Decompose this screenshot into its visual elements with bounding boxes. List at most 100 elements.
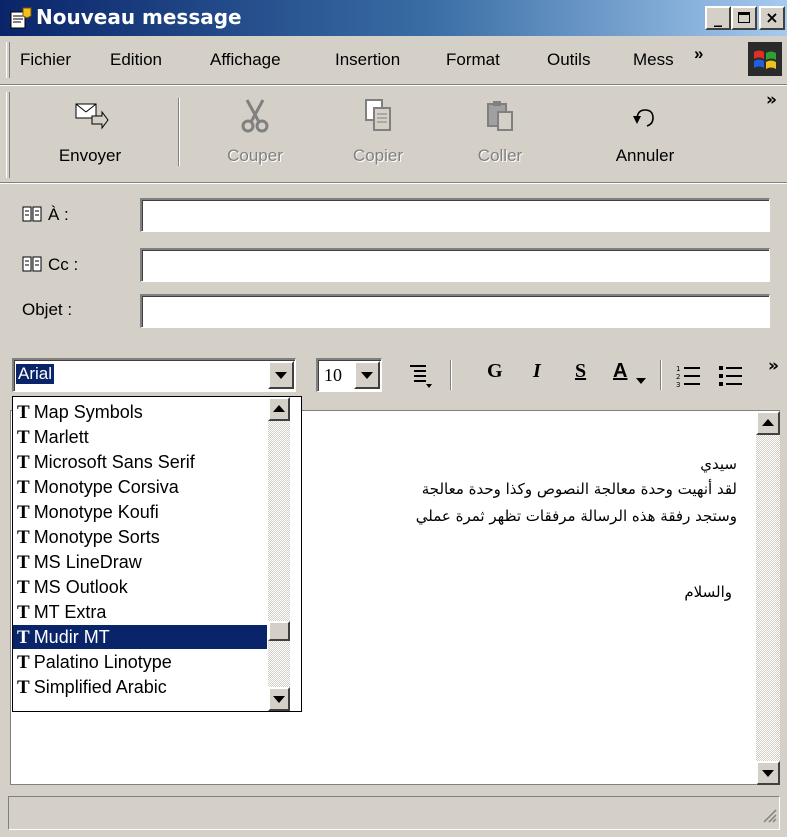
undo-button[interactable]: Annuler <box>585 96 705 176</box>
bold-button[interactable]: G <box>487 360 503 383</box>
chevron-up-icon <box>762 419 774 426</box>
font-option[interactable]: T Microsoft Sans Serif <box>13 450 267 474</box>
font-option[interactable]: T Simplified Arabic <box>13 675 267 699</box>
menu-overflow[interactable]: » <box>694 44 703 64</box>
font-list-scroll-down[interactable] <box>268 687 290 711</box>
chevron-down-icon <box>275 372 287 379</box>
underline-button[interactable]: S <box>575 360 586 383</box>
font-option[interactable]: T MT Extra <box>13 600 267 624</box>
window-title: Nouveau message <box>36 5 242 29</box>
cc-label-text: Cc : <box>48 255 79 274</box>
cc-field[interactable] <box>140 248 770 282</box>
format-overflow[interactable]: » <box>768 356 779 376</box>
scroll-down-button[interactable] <box>756 761 780 785</box>
resize-grip-icon[interactable] <box>761 807 777 827</box>
numbered-list-icon[interactable]: 123 <box>676 363 702 393</box>
subject-label: Objet : <box>22 300 73 319</box>
copy-button[interactable]: Copier <box>318 96 438 176</box>
svg-text:2: 2 <box>676 373 680 381</box>
truetype-icon: T <box>17 677 30 698</box>
send-label: Envoyer <box>58 146 122 165</box>
address-book-icon <box>22 256 42 272</box>
font-option[interactable]: T Monotype Corsiva <box>13 475 267 499</box>
status-bar <box>8 796 780 830</box>
font-option-label: MT Extra <box>33 602 107 622</box>
cut-button[interactable]: Couper <box>195 96 315 176</box>
toolbar-overflow[interactable]: » <box>766 90 777 110</box>
size-dropdown-button[interactable] <box>354 361 380 389</box>
font-option[interactable]: T Marlett <box>13 425 267 449</box>
font-option-label: Simplified Arabic <box>33 677 167 697</box>
copy-label: Copier <box>352 146 404 165</box>
paste-icon <box>480 98 520 134</box>
body-scrollbar[interactable] <box>756 411 780 785</box>
svg-text:1: 1 <box>676 365 680 373</box>
menu-messages[interactable]: Mess <box>633 50 691 70</box>
paste-button[interactable]: Coller <box>440 96 560 176</box>
font-option[interactable]: T MS Outlook <box>13 575 267 599</box>
menu-insertion[interactable]: Insertion <box>335 50 400 70</box>
font-option-label: Map Symbols <box>33 402 143 422</box>
font-option[interactable]: T Monotype Sorts <box>13 525 267 549</box>
font-list-scroll-up[interactable] <box>268 397 290 421</box>
font-option[interactable]: T Palatino Linotype <box>13 650 267 674</box>
toolbar-grip[interactable] <box>6 92 10 178</box>
truetype-icon: T <box>17 477 30 498</box>
maximize-button[interactable] <box>731 6 757 30</box>
font-option[interactable]: T Map Symbols <box>13 400 267 424</box>
font-option-selected[interactable]: T Mudir MT <box>13 625 267 649</box>
chevron-down-icon <box>762 770 774 777</box>
menu-fichier[interactable]: Fichier <box>20 50 71 70</box>
to-label[interactable]: À : <box>22 205 69 225</box>
title-bar[interactable]: Nouveau message _ × <box>0 0 787 36</box>
menu-outils[interactable]: Outils <box>547 50 590 70</box>
font-dropdown-button[interactable] <box>268 361 294 389</box>
font-select[interactable]: Arial <box>12 358 296 392</box>
menu-edition[interactable]: Edition <box>110 50 162 70</box>
bullet-list-icon[interactable] <box>718 363 744 393</box>
font-option-label: Palatino Linotype <box>33 652 172 672</box>
truetype-icon: T <box>17 577 30 598</box>
undo-icon <box>625 98 665 134</box>
italic-button[interactable]: I <box>533 360 541 383</box>
size-select[interactable]: 10 <box>316 358 382 392</box>
send-icon <box>70 98 110 134</box>
send-button[interactable]: Envoyer <box>30 96 150 176</box>
minimize-button[interactable]: _ <box>705 6 731 30</box>
new-message-icon <box>9 6 33 30</box>
undo-label: Annuler <box>615 146 675 165</box>
font-color-dropdown-icon[interactable] <box>636 378 646 384</box>
windows-logo-icon <box>748 42 782 80</box>
maximize-icon <box>738 12 750 23</box>
size-select-value: 10 <box>324 365 342 385</box>
menu-grip[interactable] <box>6 42 10 78</box>
subject-field[interactable] <box>140 294 770 328</box>
font-option[interactable]: T MS LineDraw <box>13 550 267 574</box>
menu-bar: Fichier Edition Affichage Insertion Form… <box>0 38 787 82</box>
font-option[interactable]: T Monotype Koufi <box>13 500 267 524</box>
scroll-up-button[interactable] <box>756 411 780 435</box>
menu-affichage[interactable]: Affichage <box>210 50 281 70</box>
copy-icon <box>358 98 398 134</box>
font-list-scrollbar[interactable] <box>268 397 290 711</box>
to-field[interactable] <box>140 198 770 232</box>
paste-label: Coller <box>477 146 523 165</box>
font-option-label: Mudir MT <box>33 627 110 647</box>
body-line: وستجد رفقة هذه الرسالة مرفقات تظهر ثمرة … <box>415 507 737 525</box>
paragraph-style-icon[interactable] <box>406 362 434 394</box>
font-color-button[interactable]: A <box>613 360 627 383</box>
to-label-text: À : <box>48 205 69 224</box>
cc-label[interactable]: Cc : <box>22 255 78 275</box>
truetype-icon: T <box>17 527 30 548</box>
body-line: والسلام <box>684 583 732 601</box>
menu-format[interactable]: Format <box>446 50 500 70</box>
font-list-scroll-thumb[interactable] <box>268 621 290 641</box>
format-separator-2 <box>660 360 662 390</box>
close-button[interactable]: × <box>759 6 785 30</box>
font-dropdown-list[interactable]: T Map Symbols T Marlett T Microsoft Sans Se… <box>12 396 302 712</box>
minimize-icon: _ <box>714 8 722 27</box>
scissors-icon <box>235 98 275 134</box>
close-icon: × <box>765 8 779 27</box>
cut-label: Couper <box>227 146 283 165</box>
body-line: سيدي <box>700 455 737 473</box>
